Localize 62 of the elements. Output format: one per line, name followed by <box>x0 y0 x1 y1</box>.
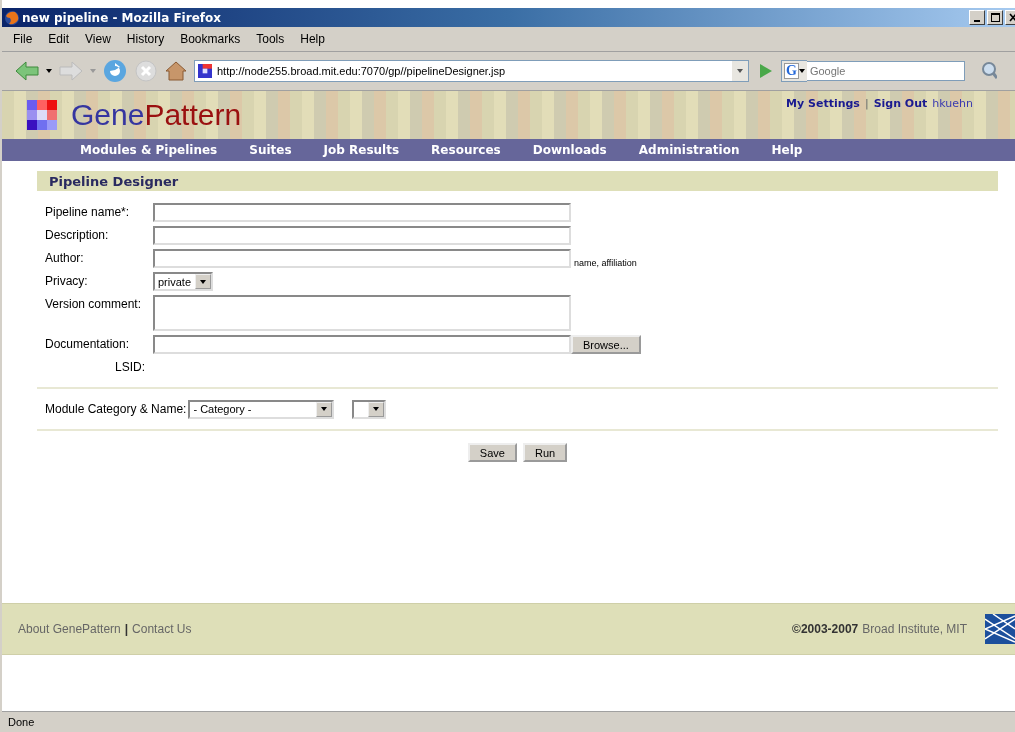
action-button[interactable]: Save <box>467 443 517 462</box>
footer-link[interactable]: Broad Institute, MIT <box>862 622 967 636</box>
privacy-dropdown[interactable]: private <box>153 272 213 291</box>
field-label: Description: <box>45 227 110 242</box>
menu-item[interactable]: History <box>121 32 176 46</box>
broad-logo-icon <box>985 614 1015 644</box>
settings-link[interactable]: My Settings <box>786 97 860 110</box>
field-label: Documentation: <box>45 336 131 351</box>
menu-item[interactable]: Edit <box>43 32 81 46</box>
status-text: Done <box>8 716 35 728</box>
field-label: LSID: <box>114 359 145 374</box>
nav-link[interactable]: Modules & Pipelines <box>80 143 218 157</box>
action-button[interactable]: Run <box>522 443 568 462</box>
nav-link[interactable]: Job Results <box>323 143 400 157</box>
field-label: Module Category & Name: <box>45 402 187 416</box>
text-field[interactable] <box>153 226 571 245</box>
menu-item[interactable]: Tools <box>251 32 296 46</box>
footer-link[interactable]: Contact Us <box>132 622 192 636</box>
text-field[interactable] <box>153 203 571 222</box>
file-field[interactable] <box>153 335 571 354</box>
grid-icon <box>198 64 212 78</box>
menu-item[interactable]: View <box>80 32 122 46</box>
separator-text: | <box>124 622 129 636</box>
logo-grid-icon <box>27 100 57 130</box>
url-field[interactable]: http://node255.broad.mit.edu:7070/gp//pipelineDesigner.jsp <box>194 60 749 82</box>
menu-item[interactable]: File <box>8 32 44 46</box>
firefox-icon <box>4 9 20 26</box>
sign-out-link[interactable]: Sign Out <box>873 97 928 110</box>
separator-text: | <box>864 97 869 110</box>
field-label: Version comment: <box>45 296 143 311</box>
search-icon[interactable] <box>981 61 997 81</box>
section-title: Pipeline Designer <box>49 173 179 189</box>
nav-link[interactable]: Resources <box>431 143 501 157</box>
nav-link[interactable]: Suites <box>249 143 292 157</box>
copyright-text: ©2003-2007 <box>792 622 859 636</box>
dropdown-arrow-icon[interactable] <box>200 279 206 284</box>
reload-icon[interactable] <box>102 58 128 84</box>
logo-text: GenePattern <box>71 98 242 132</box>
dropdown-arrow-icon[interactable] <box>373 407 380 411</box>
user-name: hkuehn <box>932 97 973 110</box>
minimize-icon[interactable] <box>969 10 985 25</box>
field-label: Pipeline name*: <box>45 204 131 219</box>
footer-link[interactable]: About GenePattern <box>18 622 121 636</box>
maximize-icon[interactable] <box>987 10 1003 25</box>
dropdown-arrow-icon[interactable] <box>321 407 328 411</box>
browse-button[interactable]: Browse... <box>571 335 641 354</box>
home-icon[interactable] <box>164 59 188 83</box>
text-area[interactable] <box>153 295 571 331</box>
menu-item[interactable]: Help <box>295 32 336 46</box>
category-dropdown[interactable]: - Category - <box>188 399 335 419</box>
field-label: Author: <box>45 250 85 265</box>
field-label: Privacy: <box>45 273 89 288</box>
back-arrow-icon[interactable] <box>14 60 40 82</box>
window-title: new pipeline - Mozilla Firefox <box>22 10 222 25</box>
hint-text: name, affiliation <box>574 258 637 268</box>
nav-link[interactable]: Administration <box>638 143 740 157</box>
nav-link[interactable]: Downloads <box>532 143 607 157</box>
dropdown-arrow-icon[interactable] <box>46 69 52 73</box>
menu-item[interactable]: Bookmarks <box>175 32 252 46</box>
dropdown-arrow-icon[interactable] <box>737 69 743 73</box>
text-field[interactable] <box>153 249 571 268</box>
nav-link[interactable]: Help <box>771 143 803 157</box>
